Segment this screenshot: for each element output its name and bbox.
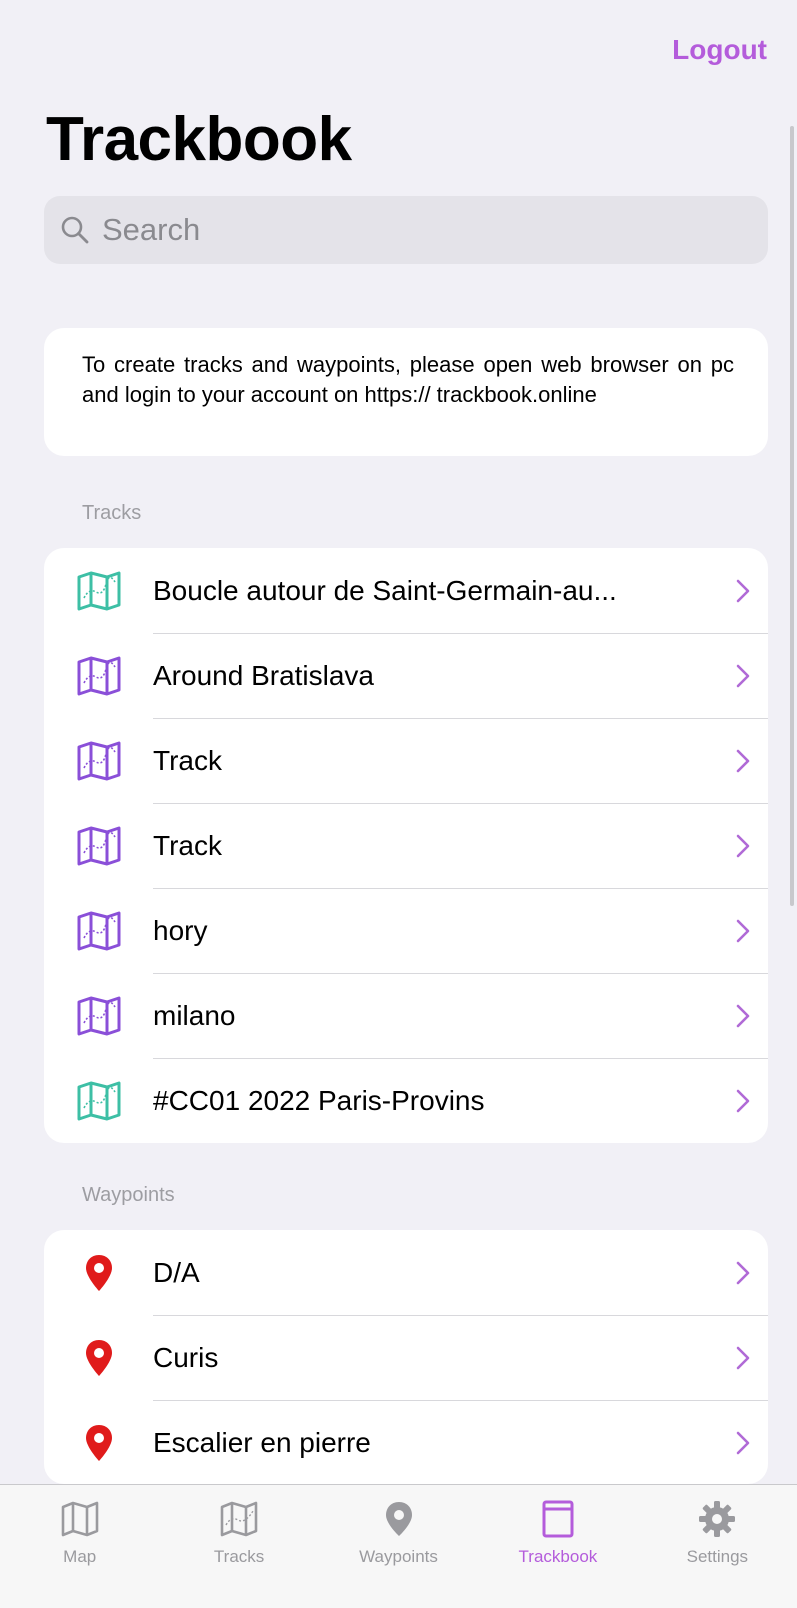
track-row[interactable]: hory: [44, 888, 768, 973]
chevron-right-icon: [718, 833, 768, 859]
track-label: hory: [153, 914, 208, 946]
map-icon: [60, 1499, 100, 1539]
track-row[interactable]: Boucle autour de Saint-Germain-au...: [44, 548, 768, 633]
tab-trackbook[interactable]: Trackbook: [478, 1485, 637, 1608]
chevron-right-icon: [718, 1345, 768, 1371]
logout-button[interactable]: Logout: [672, 34, 767, 66]
track-map-icon: [44, 1080, 153, 1122]
chevron-right-icon: [718, 1430, 768, 1456]
search-input[interactable]: [100, 211, 704, 249]
tab-map[interactable]: Map: [0, 1485, 159, 1608]
track-map-icon: [44, 910, 153, 952]
tab-waypoints[interactable]: Waypoints: [319, 1485, 478, 1608]
track-map-icon: [219, 1499, 259, 1539]
tab-tracks[interactable]: Tracks: [159, 1485, 318, 1608]
waypoint-row[interactable]: Curis: [44, 1315, 768, 1400]
chevron-right-icon: [718, 1088, 768, 1114]
chevron-right-icon: [718, 1003, 768, 1029]
track-row[interactable]: #CC01 2022 Paris-Provins: [44, 1058, 768, 1143]
pin-icon: [384, 1499, 414, 1539]
tab-bar: Map Tracks Waypoints Trackbook Settings: [0, 1484, 797, 1608]
track-label: Boucle autour de Saint-Germain-au...: [153, 574, 617, 606]
chevron-right-icon: [718, 748, 768, 774]
track-label: Track: [153, 744, 222, 776]
pin-icon: [44, 1338, 153, 1378]
waypoint-row[interactable]: D/A: [44, 1230, 768, 1315]
track-row[interactable]: Track: [44, 718, 768, 803]
tracks-list: Boucle autour de Saint-Germain-au... Aro…: [44, 548, 768, 1143]
chevron-right-icon: [718, 918, 768, 944]
book-icon: [541, 1499, 575, 1539]
track-map-icon: [44, 995, 153, 1037]
track-label: milano: [153, 999, 236, 1031]
tab-label: Trackbook: [518, 1547, 598, 1566]
track-row[interactable]: Track: [44, 803, 768, 888]
search-icon: [61, 216, 89, 244]
track-map-icon: [44, 570, 153, 612]
page-title: Trackbook: [46, 105, 352, 174]
track-map-icon: [44, 825, 153, 867]
chevron-right-icon: [718, 663, 768, 689]
track-label: #CC01 2022 Paris-Provins: [153, 1084, 485, 1116]
gear-icon: [698, 1499, 736, 1539]
waypoint-row[interactable]: Escalier en pierre: [44, 1400, 768, 1484]
pin-icon: [44, 1423, 153, 1463]
tab-label: Map: [63, 1547, 97, 1566]
scrollbar[interactable]: [790, 126, 794, 906]
chevron-right-icon: [718, 1260, 768, 1286]
waypoints-section-label: Waypoints: [82, 1184, 175, 1206]
search-bar[interactable]: [44, 196, 768, 264]
trackbook-screen: Logout Trackbook To create tracks and wa…: [0, 0, 797, 1608]
waypoint-label: Curis: [153, 1341, 219, 1373]
track-row[interactable]: milano: [44, 973, 768, 1058]
pin-icon: [44, 1253, 153, 1293]
waypoint-label: D/A: [153, 1256, 200, 1288]
track-map-icon: [44, 740, 153, 782]
tab-label: Settings: [686, 1547, 749, 1566]
chevron-right-icon: [718, 578, 768, 604]
info-card: To create tracks and waypoints, please o…: [44, 328, 768, 456]
tab-label: Tracks: [213, 1547, 265, 1566]
waypoint-label: Escalier en pierre: [153, 1426, 371, 1458]
tab-label: Waypoints: [359, 1547, 438, 1566]
track-map-icon: [44, 655, 153, 697]
waypoints-list: D/A Curis Escalier en pierre: [44, 1230, 768, 1484]
tracks-section-label: Tracks: [82, 502, 142, 524]
tab-settings[interactable]: Settings: [638, 1485, 797, 1608]
track-row[interactable]: Around Bratislava: [44, 633, 768, 718]
track-label: Around Bratislava: [153, 659, 375, 691]
track-label: Track: [153, 829, 222, 861]
